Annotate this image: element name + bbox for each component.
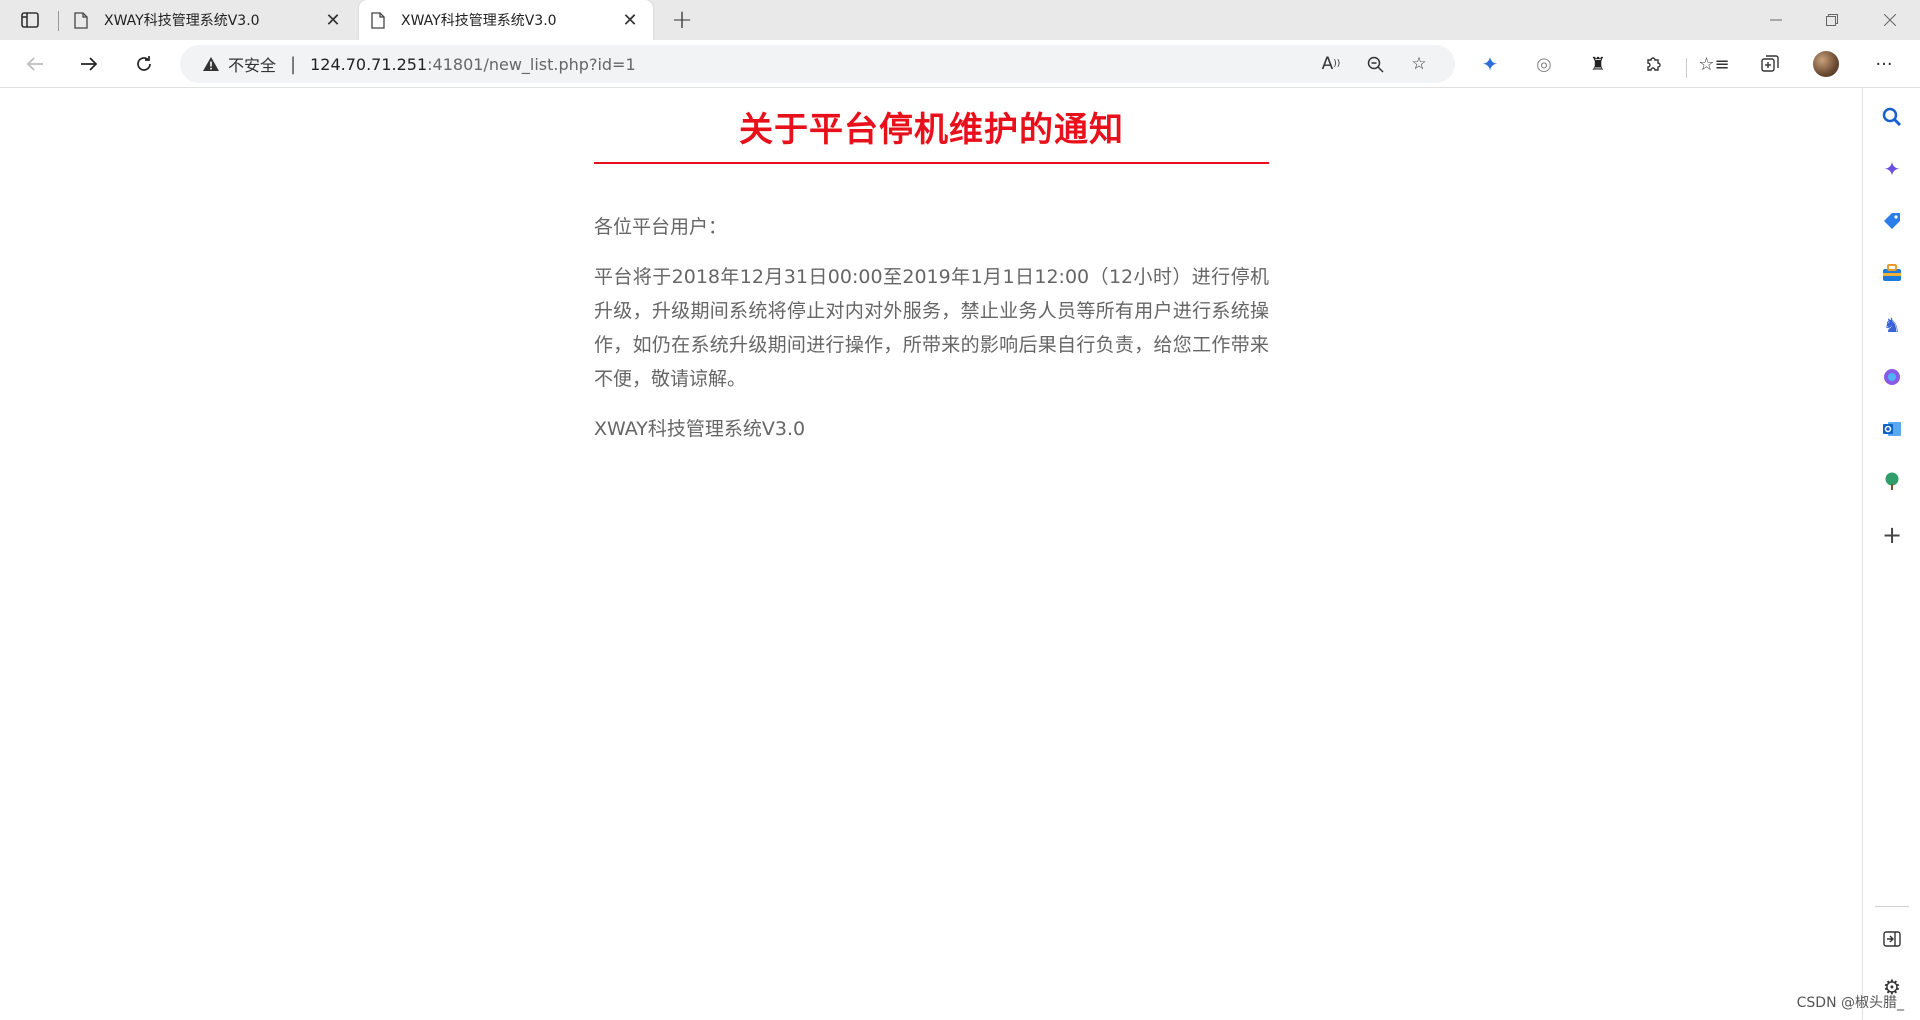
watermark: CSDN @椒头腊_ bbox=[1796, 995, 1904, 1011]
collections-icon[interactable] bbox=[1752, 48, 1788, 80]
shopping-tag-icon[interactable] bbox=[1877, 206, 1907, 236]
title-underline bbox=[594, 162, 1269, 164]
browser-tab[interactable]: XWAY科技管理系统V3.0 ✕ bbox=[62, 0, 356, 40]
outlook-icon[interactable] bbox=[1877, 414, 1907, 444]
notice-article: 关于平台停机维护的通知 各位平台用户： 平台将于2018年12月31日00:00… bbox=[594, 108, 1269, 446]
url-host: 124.70.71.251 bbox=[310, 54, 428, 74]
forward-button[interactable] bbox=[72, 48, 106, 80]
read-aloud-icon[interactable]: A)) bbox=[1309, 45, 1353, 83]
refresh-icon bbox=[137, 56, 151, 71]
games-icon[interactable]: ♞ bbox=[1877, 310, 1907, 340]
extension-icon[interactable]: ◎ bbox=[1526, 48, 1562, 80]
hide-sidebar-icon[interactable] bbox=[1877, 924, 1907, 954]
url-text[interactable]: 124.70.71.251:41801/new_list.php?id=1 bbox=[310, 55, 636, 74]
forward-arrow-icon bbox=[81, 57, 98, 71]
search-icon[interactable] bbox=[1877, 102, 1907, 132]
tab-title: XWAY科技管理系统V3.0 bbox=[401, 13, 557, 29]
restore-button[interactable] bbox=[1804, 0, 1860, 40]
back-button[interactable] bbox=[18, 48, 52, 80]
refresh-button[interactable] bbox=[127, 48, 161, 80]
page-content: 关于平台停机维护的通知 各位平台用户： 平台将于2018年12月31日00:00… bbox=[0, 88, 1862, 1020]
address-separator: | bbox=[290, 53, 297, 75]
warning-icon bbox=[203, 57, 219, 71]
toolbar-divider bbox=[1686, 58, 1687, 78]
add-sidebar-app-button[interactable]: + bbox=[1877, 520, 1907, 550]
edge-sidebar: ✦ ♞ + ⚙ bbox=[1862, 88, 1920, 1020]
back-arrow-icon bbox=[26, 57, 43, 71]
tree-icon[interactable] bbox=[1877, 466, 1907, 496]
tools-icon[interactable] bbox=[1877, 258, 1907, 288]
zoom-out-icon[interactable] bbox=[1353, 45, 1397, 83]
tab-title: XWAY科技管理系统V3.0 bbox=[104, 13, 260, 29]
page-icon bbox=[74, 11, 92, 29]
minimize-icon bbox=[1770, 19, 1782, 21]
extension-icon[interactable]: ♜ bbox=[1580, 48, 1616, 80]
extension-icon[interactable]: ✦ bbox=[1472, 48, 1508, 80]
new-tab-button[interactable]: + bbox=[666, 5, 698, 35]
notice-title: 关于平台停机维护的通知 bbox=[739, 110, 1124, 150]
more-icon[interactable]: ··· bbox=[1866, 48, 1902, 80]
avatar bbox=[1813, 51, 1839, 77]
security-label: 不安全 bbox=[228, 56, 277, 75]
close-window-button[interactable] bbox=[1862, 0, 1918, 40]
notice-signature: XWAY科技管理系统V3.0 bbox=[594, 418, 806, 440]
close-icon bbox=[1884, 14, 1896, 26]
office-icon[interactable] bbox=[1877, 362, 1907, 392]
profile-avatar[interactable] bbox=[1808, 48, 1844, 80]
add-favorite-icon[interactable]: ☆ bbox=[1397, 45, 1441, 83]
tab-separator bbox=[58, 11, 59, 31]
close-icon[interactable]: ✕ bbox=[619, 9, 641, 31]
notice-body: 平台将于2018年12月31日00:00至2019年1月1日12:00（12小时… bbox=[594, 266, 1269, 390]
address-bar[interactable]: 不安全 | 124.70.71.251:41801/new_list.php?i… bbox=[180, 45, 1455, 83]
tab-actions-icon[interactable] bbox=[14, 6, 46, 34]
minimize-button[interactable] bbox=[1748, 0, 1804, 40]
close-icon[interactable]: ✕ bbox=[322, 9, 344, 31]
browser-toolbar: 不安全 | 124.70.71.251:41801/new_list.php?i… bbox=[0, 40, 1920, 88]
page-icon bbox=[371, 11, 389, 29]
browser-tab-active[interactable]: XWAY科技管理系统V3.0 ✕ bbox=[359, 0, 653, 40]
notice-greeting: 各位平台用户： bbox=[594, 216, 728, 238]
tab-strip: XWAY科技管理系统V3.0 ✕ XWAY科技管理系统V3.0 ✕ + bbox=[0, 0, 1920, 40]
plus-icon: + bbox=[671, 5, 693, 35]
security-indicator[interactable]: 不安全 bbox=[202, 52, 276, 76]
sidebar-separator bbox=[1875, 906, 1909, 907]
restore-icon bbox=[1826, 14, 1838, 26]
copilot-icon[interactable]: ✦ bbox=[1877, 154, 1907, 184]
plus-icon: + bbox=[1881, 521, 1903, 549]
url-path: :41801/new_list.php?id=1 bbox=[427, 54, 636, 74]
puzzle-icon[interactable] bbox=[1636, 48, 1672, 80]
favorites-icon[interactable]: ☆≡ bbox=[1696, 48, 1732, 80]
address-bar-actions: A)) ☆ bbox=[1309, 45, 1441, 83]
